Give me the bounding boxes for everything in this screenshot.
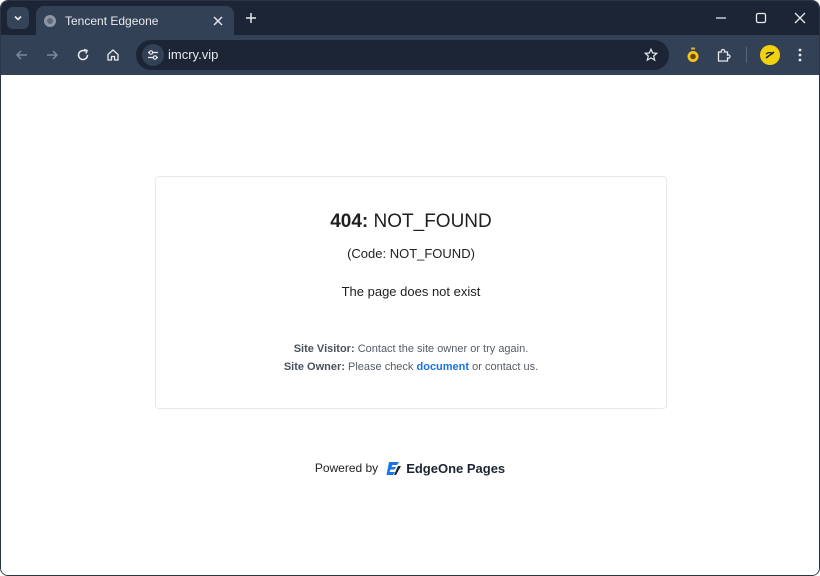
owner-text-pre: Please check [348,361,414,373]
home-button[interactable] [103,45,123,65]
extension-timer-button[interactable] [683,45,703,65]
visitor-text: Contact the site owner or try again. [357,343,529,355]
minimize-button[interactable] [712,9,730,27]
page-content: 404: NOT_FOUND (Code: NOT_FOUND) The pag… [1,75,819,575]
back-button[interactable] [12,45,32,65]
toolbar-separator [746,47,747,63]
maximize-icon [755,12,767,24]
star-icon [644,48,658,62]
document-link[interactable]: document [417,361,470,373]
forward-button[interactable] [42,45,62,65]
tab-search-button[interactable] [7,7,29,29]
url-text[interactable]: imcry.vip [168,47,218,62]
reload-button[interactable] [73,45,93,65]
browser-window: Tencent Edgeone imcry.vip 404: NOT_FOUND… [0,0,820,576]
powered-by-footer: Powered by EdgeOne Pages [1,460,819,476]
owner-text-post: or contact us. [472,361,539,373]
tab-search-icon [14,15,22,21]
edgeone-logo-icon [386,462,402,475]
toolbar: imcry.vip [1,35,819,75]
error-code-line: (Code: NOT_FOUND) [347,246,475,261]
new-tab-button[interactable] [242,9,260,27]
tab-title: Tencent Edgeone [65,13,159,28]
close-window-icon [794,12,806,24]
error-heading: 404: NOT_FOUND [156,211,666,233]
maximize-button[interactable] [752,9,770,27]
minimize-icon [716,17,726,19]
error-status: 404: [330,211,369,232]
browser-menu-button[interactable] [790,45,810,65]
site-info-button[interactable] [142,44,164,66]
brand-name: EdgeOne Pages [406,460,506,476]
extension-timer-icon [687,47,699,62]
owner-label: Site Owner: [283,361,345,373]
extensions-button[interactable] [714,45,734,65]
powered-by-text: Powered by [314,461,379,475]
profile-avatar-icon [765,51,775,59]
globe-favicon-icon [44,14,56,27]
close-icon [213,16,223,25]
tab-active[interactable]: Tencent Edgeone [36,6,234,35]
tab-strip: Tencent Edgeone [1,1,819,35]
kebab-menu-icon [798,48,802,62]
profile-button[interactable] [760,45,780,65]
reload-icon [77,48,89,61]
forward-arrow-icon [47,50,59,60]
error-message: The page does not exist [341,284,481,299]
site-settings-icon [148,50,158,60]
address-bar[interactable]: imcry.vip [136,40,669,70]
visitor-label: Site Visitor: [293,343,355,355]
visitor-hint: Site Visitor: Contact the site owner or … [156,343,666,355]
puzzle-icon [717,48,731,62]
error-card: 404: NOT_FOUND (Code: NOT_FOUND) The pag… [155,176,667,409]
brand-link[interactable]: EdgeOne Pages [386,460,505,476]
tab-close-button[interactable] [210,13,226,29]
back-arrow-icon [15,50,27,60]
home-icon [107,49,119,61]
bookmark-button[interactable] [642,46,660,64]
plus-icon [246,13,256,23]
close-window-button[interactable] [791,9,809,27]
owner-hint: Site Owner: Please check document or con… [156,361,666,373]
error-status-text: NOT_FOUND [373,211,492,232]
